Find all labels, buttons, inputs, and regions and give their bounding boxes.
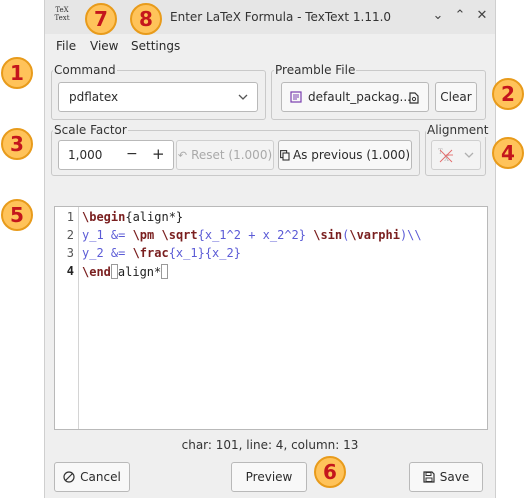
annotation-badge: 1 bbox=[1, 57, 33, 89]
undo-icon: ↶ bbox=[177, 148, 188, 162]
clear-button[interactable]: Clear bbox=[435, 82, 477, 112]
close-button[interactable]: ✕ bbox=[474, 8, 490, 24]
command-select[interactable]: pdflatex bbox=[58, 82, 258, 112]
code-keyword: \end bbox=[82, 265, 111, 279]
line-number-current: 4 bbox=[66, 264, 74, 278]
code-keyword: \varphi bbox=[349, 228, 400, 242]
alignment-tex-icon: T X bbox=[438, 148, 453, 163]
cursor-status: char: 101, line: 4, column: 13 bbox=[181, 438, 359, 452]
increment-button[interactable]: + bbox=[152, 145, 165, 163]
logo-line-2: Text bbox=[54, 14, 70, 22]
scale-label: Scale Factor bbox=[53, 123, 128, 137]
annotation-badge: 3 bbox=[1, 128, 33, 160]
as-previous-label: As previous (1.000) bbox=[292, 148, 411, 162]
code-keyword: \sin bbox=[313, 228, 343, 242]
code-line: \begin{align*} bbox=[82, 210, 183, 224]
scale-spinbox[interactable]: 1,000 − + bbox=[58, 140, 174, 170]
latex-code-editor[interactable]: 1 2 3 4 \begin{align*} y_1 &= \pm \sqrt{… bbox=[54, 206, 488, 430]
preamble-label: Preamble File bbox=[274, 63, 357, 77]
preamble-file-name: default_packag... bbox=[308, 90, 411, 104]
code-text: y_2 &= bbox=[82, 246, 133, 260]
line-number: 1 bbox=[66, 210, 74, 224]
code-text: align* bbox=[117, 265, 162, 279]
command-label: Command bbox=[53, 63, 117, 77]
annotation-badge: 8 bbox=[130, 3, 162, 35]
code-argument: {x_1}{x_2} bbox=[168, 246, 241, 260]
chevron-down-icon bbox=[464, 152, 474, 158]
minimize-button[interactable]: ⌄ bbox=[430, 8, 446, 24]
code-line: y_1 &= \pm \sqrt{x_1^2 + x_2^2} \sin(\va… bbox=[82, 228, 422, 242]
cancel-label: Cancel bbox=[80, 470, 121, 484]
window-title: Enter LaTeX Formula - TexText 1.11.0 bbox=[170, 10, 392, 24]
code-text: )\\ bbox=[399, 228, 422, 242]
cancel-button[interactable]: Cancel bbox=[54, 462, 130, 492]
line-number: 3 bbox=[66, 246, 74, 260]
save-button[interactable]: Save bbox=[409, 462, 483, 492]
code-text: y_1 &= bbox=[82, 228, 133, 242]
annotation-badge: 4 bbox=[492, 137, 524, 169]
chevron-down-icon bbox=[238, 94, 248, 100]
annotation-badge: 6 bbox=[314, 456, 346, 488]
annotation-badge: 7 bbox=[85, 3, 117, 35]
copy-icon bbox=[279, 149, 290, 161]
preamble-file-button[interactable]: default_packag... bbox=[281, 82, 429, 112]
annotation-badge: 2 bbox=[492, 78, 524, 110]
textext-dialog: TeX Text Enter LaTeX Formula - TexText 1… bbox=[44, 0, 496, 498]
code-argument: {x_1^2 + x_2^2} bbox=[197, 228, 314, 242]
maximize-button[interactable]: ⌃ bbox=[452, 8, 468, 24]
scale-value: 1,000 bbox=[68, 148, 103, 162]
line-number: 2 bbox=[66, 228, 74, 242]
preview-button[interactable]: Preview bbox=[231, 462, 307, 492]
reset-scale-label: Reset (1.000) bbox=[191, 148, 273, 162]
save-icon bbox=[423, 471, 435, 483]
reset-scale-button[interactable]: ↶ Reset (1.000) bbox=[176, 140, 274, 170]
bracket-highlight bbox=[110, 264, 118, 279]
command-value: pdflatex bbox=[69, 90, 119, 104]
as-previous-button[interactable]: As previous (1.000) bbox=[278, 140, 412, 170]
code-keyword: \sqrt bbox=[161, 228, 198, 242]
logo-line-1: TeX bbox=[55, 6, 69, 14]
cancel-icon bbox=[63, 471, 75, 483]
code-keyword: \frac bbox=[132, 246, 169, 260]
menu-settings[interactable]: Settings bbox=[131, 39, 180, 53]
decrement-button[interactable]: − bbox=[126, 146, 138, 162]
annotation-badge: 5 bbox=[1, 199, 33, 231]
menu-view[interactable]: View bbox=[90, 39, 118, 53]
code-text: {align*} bbox=[125, 210, 184, 224]
code-line: y_2 &= \frac{x_1}{x_2} bbox=[82, 246, 241, 260]
code-keyword: \pm bbox=[132, 228, 155, 242]
textext-logo-icon: TeX Text bbox=[52, 6, 72, 28]
menu-file[interactable]: File bbox=[56, 39, 76, 53]
save-label: Save bbox=[439, 470, 470, 484]
bracket-highlight bbox=[161, 264, 169, 279]
document-icon bbox=[409, 92, 419, 104]
alignment-select[interactable]: T X bbox=[431, 140, 481, 170]
code-line-current: \end align* bbox=[82, 264, 169, 279]
code-keyword: \begin bbox=[82, 210, 126, 224]
line-number-gutter: 1 2 3 4 bbox=[55, 207, 79, 429]
menu-bar: File View Settings bbox=[45, 34, 495, 58]
file-text-icon bbox=[290, 91, 302, 103]
alignment-label: Alignment bbox=[426, 123, 490, 137]
